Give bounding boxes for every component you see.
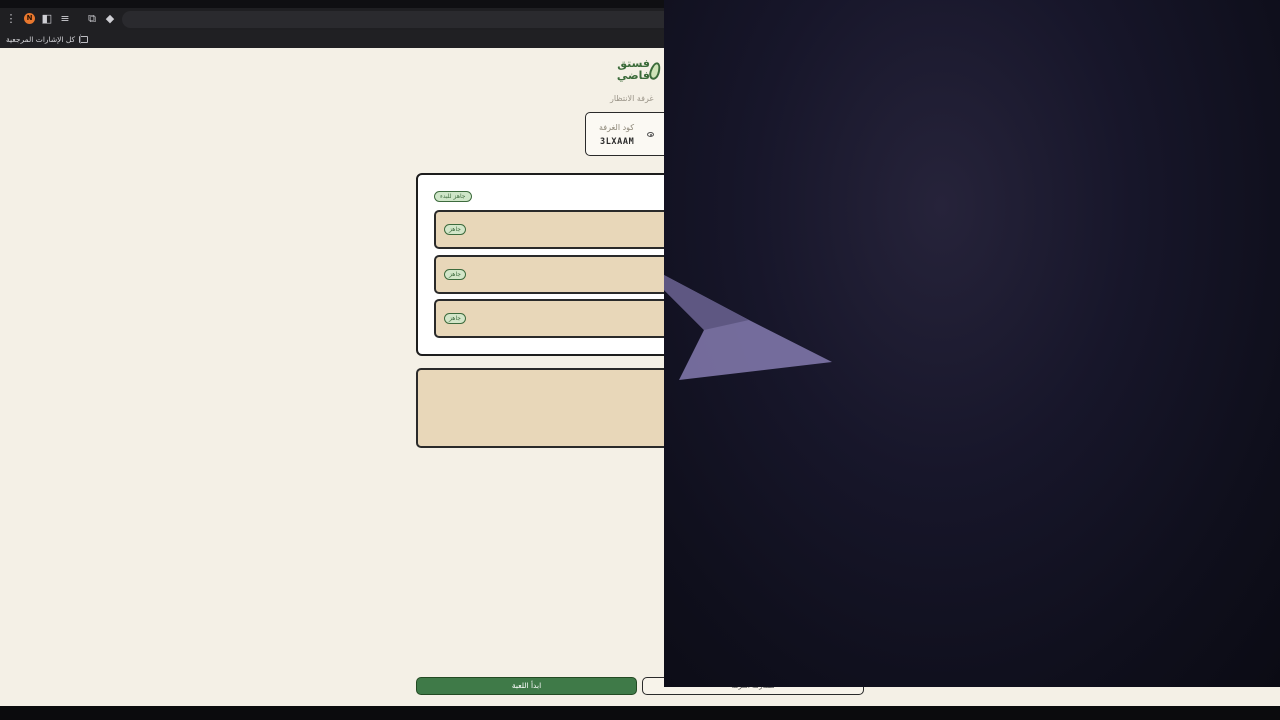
bookmarks-divider [80, 34, 81, 44]
eye-icon[interactable] [647, 132, 654, 137]
ready-to-start-badge: جاهز للبدء [434, 191, 472, 202]
side-panel-icon[interactable]: ◧ [39, 11, 55, 27]
profile-avatar[interactable]: N [24, 13, 35, 24]
app-logo[interactable]: فستق فاضي [616, 58, 664, 86]
logo-text: فستق فاضي [616, 57, 650, 82]
window-bottom-bar [0, 706, 1280, 720]
menu-icon[interactable]: ⋮ [3, 11, 19, 27]
address-bar[interactable] [122, 11, 682, 28]
diamond-icon[interactable]: ◆ [102, 11, 118, 27]
all-bookmarks-label: كل الإشارات المرجعية [6, 34, 76, 44]
all-bookmarks-button[interactable]: كل الإشارات المرجعية [6, 32, 89, 46]
play-cursor-icon [664, 275, 832, 380]
room-code-label: كود الغرفة [599, 123, 635, 132]
player-ready-badge: جاهز [444, 224, 467, 235]
start-game-button[interactable]: ابدأ اللعبة [416, 677, 637, 695]
extensions-icon[interactable]: ⧉ [84, 11, 100, 27]
reading-list-icon[interactable]: ≡ [57, 11, 73, 27]
player-ready-badge: جاهز [444, 269, 467, 280]
room-code-value: 3LXAAM [600, 137, 635, 147]
waiting-room-label: غرفة الانتظار [610, 94, 654, 103]
dark-overlay-panel [664, 0, 1280, 687]
player-ready-badge: جاهز [444, 313, 467, 324]
